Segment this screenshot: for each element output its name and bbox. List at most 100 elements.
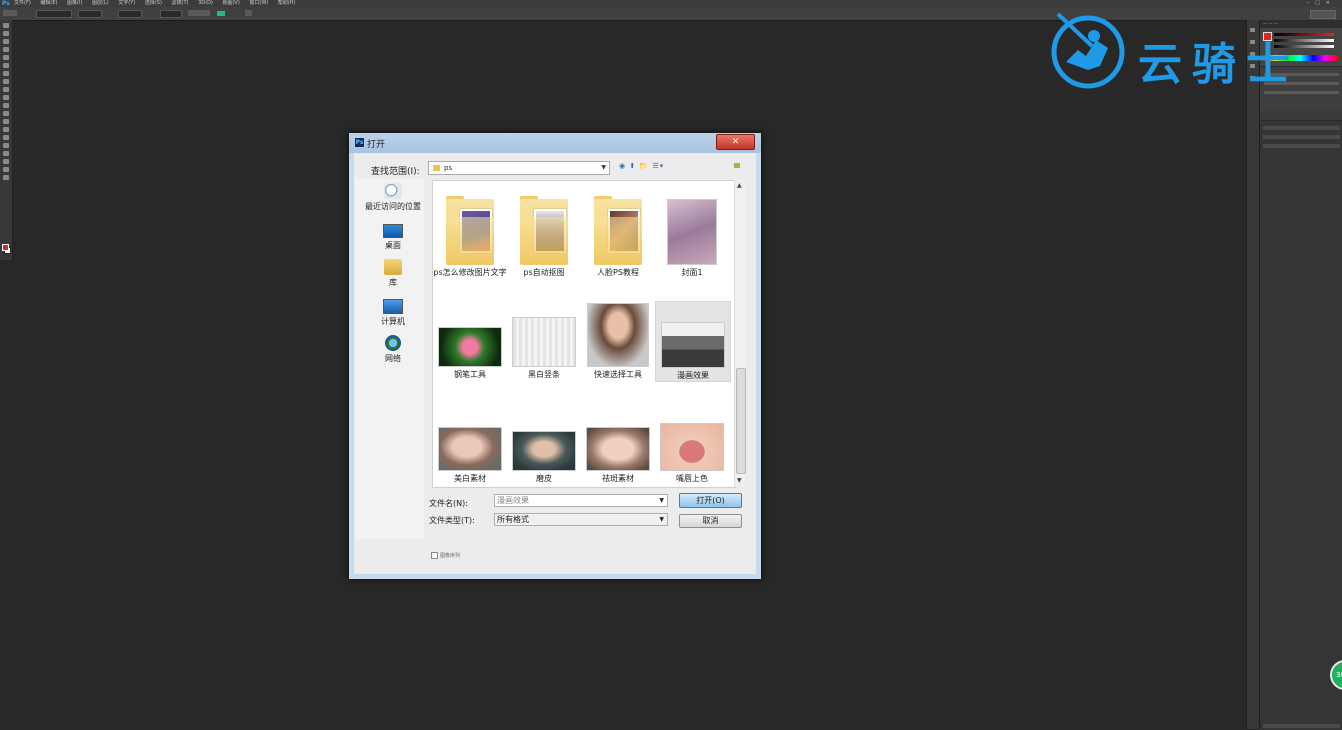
file-item[interactable]: ps怎么修改图片文字 xyxy=(433,196,507,278)
foreground-color-swatch[interactable] xyxy=(2,244,9,251)
path-select-tool-icon[interactable] xyxy=(3,151,9,156)
text-color-swatch[interactable] xyxy=(217,11,225,16)
menu-item-image[interactable]: 图像(I) xyxy=(67,0,82,6)
scrollbar-thumb[interactable] xyxy=(736,368,746,474)
dodge-tool-icon[interactable] xyxy=(3,127,9,132)
font-style-field[interactable] xyxy=(78,10,102,18)
file-item[interactable]: 快速选择工具 xyxy=(581,303,655,380)
file-item[interactable]: 美白素材 xyxy=(433,407,507,484)
marquee-tool-icon[interactable] xyxy=(3,31,9,36)
computer-icon xyxy=(383,299,403,314)
image-thumbnail xyxy=(667,199,717,265)
lock-row[interactable] xyxy=(1263,144,1340,148)
file-list-scrollbar[interactable]: ▲ ▼ xyxy=(734,180,746,486)
shape-tool-icon[interactable] xyxy=(3,159,9,164)
menu-item-filter[interactable]: 滤镜(T) xyxy=(172,0,189,6)
network-icon xyxy=(385,335,401,351)
hand-tool-icon[interactable] xyxy=(3,167,9,172)
place-library[interactable]: 库 xyxy=(354,259,432,288)
layers-filter-row[interactable] xyxy=(1263,126,1340,130)
navigation-icons[interactable]: ◉ ⬆ 📁 ☰▾ xyxy=(619,162,664,170)
place-desktop[interactable]: 桌面 xyxy=(354,221,432,251)
desktop-icon xyxy=(383,224,403,238)
cancel-button[interactable]: 取消 xyxy=(679,514,742,528)
menu-item-type[interactable]: 文字(Y) xyxy=(118,0,135,6)
menu-bar: Ps 文件(F) 编辑(E) 图像(I) 图层(L) 文字(Y) 选择(S) 滤… xyxy=(0,0,1342,7)
file-item-selected[interactable]: 漫画效果 xyxy=(655,301,731,382)
place-label: 桌面 xyxy=(385,241,401,250)
font-family-field[interactable] xyxy=(36,10,72,18)
crop-tool-icon[interactable] xyxy=(3,55,9,60)
align-buttons[interactable] xyxy=(188,10,210,16)
eraser-tool-icon[interactable] xyxy=(3,103,9,108)
stamp-tool-icon[interactable] xyxy=(3,87,9,92)
antialias-field[interactable] xyxy=(160,10,182,18)
places-bar: 最近访问的位置 桌面 库 计算机 网络 xyxy=(354,179,424,539)
blur-tool-icon[interactable] xyxy=(3,119,9,124)
image-thumbnail xyxy=(438,327,502,367)
filetype-dropdown[interactable]: 所有格式 ▼ xyxy=(494,513,668,526)
window-controls[interactable]: –□× xyxy=(1307,0,1336,7)
panels-toggle-icon[interactable] xyxy=(245,10,252,16)
move-tool-icon[interactable] xyxy=(3,23,9,28)
history-brush-icon[interactable] xyxy=(3,95,9,100)
menu-item-view[interactable]: 视图(V) xyxy=(222,0,239,6)
file-item[interactable]: 黑白竖条 xyxy=(507,303,581,380)
font-size-field[interactable] xyxy=(118,10,142,18)
menu-item-window[interactable]: 窗口(W) xyxy=(249,0,268,6)
filename-input[interactable]: 漫画效果 ▼ xyxy=(494,494,668,507)
file-item[interactable]: 祛斑素材 xyxy=(581,407,655,484)
place-computer[interactable]: 计算机 xyxy=(354,297,432,327)
close-button[interactable]: ✕ xyxy=(716,134,755,150)
place-label: 最近访问的位置 xyxy=(365,202,421,211)
open-button[interactable]: 打开(O) xyxy=(679,493,742,508)
menu-item-3d[interactable]: 3D(D) xyxy=(198,0,213,6)
image-thumbnail xyxy=(512,431,576,471)
panel-icon-strip xyxy=(1246,20,1259,729)
blend-mode-row[interactable] xyxy=(1263,135,1340,139)
lasso-tool-icon[interactable] xyxy=(3,39,9,44)
file-name: 钢笔工具 xyxy=(454,370,486,379)
file-list: ps怎么修改图片文字 ps自动抠图 人脸PS教程 封面1 钢笔工具 黑白竖条 快… xyxy=(432,180,736,488)
place-recent[interactable]: 最近访问的位置 xyxy=(354,183,432,212)
menu-item-layer[interactable]: 图层(L) xyxy=(92,0,109,6)
chevron-down-icon[interactable]: ▼ xyxy=(659,495,664,506)
quick-select-tool-icon[interactable] xyxy=(3,47,9,52)
menu-item-edit[interactable]: 编辑(E) xyxy=(40,0,57,6)
eyedropper-tool-icon[interactable] xyxy=(3,63,9,68)
file-item[interactable]: 磨皮 xyxy=(507,407,581,484)
filetype-value: 所有格式 xyxy=(497,515,529,524)
pen-tool-icon[interactable] xyxy=(3,135,9,140)
file-item[interactable]: 封面1 xyxy=(655,199,729,278)
dialog-body: 查找范围(I): ps ▼ ◉ ⬆ 📁 ☰▾ 最近访问的位置 桌面 库 计算机 xyxy=(354,153,756,574)
file-item[interactable]: 嘴唇上色 xyxy=(655,407,729,484)
menu-item-select[interactable]: 选择(S) xyxy=(145,0,162,6)
tool-preset-picker[interactable] xyxy=(3,10,17,16)
menu-item-file[interactable]: 文件(F) xyxy=(14,0,31,6)
look-in-dropdown[interactable]: ps ▼ xyxy=(428,161,610,175)
file-item[interactable]: ps自动抠图 xyxy=(507,196,581,278)
brush-tool-icon[interactable] xyxy=(3,79,9,84)
menu-item-help[interactable]: 帮助(H) xyxy=(278,0,296,6)
gradient-tool-icon[interactable] xyxy=(3,111,9,116)
folder-icon xyxy=(594,196,642,265)
type-tool-icon[interactable] xyxy=(3,143,9,148)
image-thumbnail xyxy=(512,317,576,367)
place-network[interactable]: 网络 xyxy=(354,335,432,364)
look-in-value: ps xyxy=(444,164,453,172)
scroll-down-icon[interactable]: ▼ xyxy=(737,477,742,484)
checkbox-box[interactable] xyxy=(431,552,438,559)
zoom-tool-icon[interactable] xyxy=(3,175,9,180)
file-name: 祛斑素材 xyxy=(602,474,634,483)
image-sequence-checkbox[interactable]: 图像序列 xyxy=(431,552,460,559)
file-item[interactable]: 人脸PS教程 xyxy=(581,196,655,278)
chevron-down-icon[interactable]: ▼ xyxy=(659,514,664,525)
layers-bottom-toolbar[interactable] xyxy=(1263,724,1340,728)
healing-tool-icon[interactable] xyxy=(3,71,9,76)
watermark-text: 云骑士 xyxy=(1138,39,1300,90)
new-folder-icon[interactable] xyxy=(734,163,740,168)
file-item[interactable]: 钢笔工具 xyxy=(433,303,507,380)
dialog-titlebar[interactable]: Ps 打开 ✕ xyxy=(349,133,761,153)
filename-label: 文件名(N): xyxy=(429,499,468,508)
scroll-up-icon[interactable]: ▲ xyxy=(737,182,742,189)
